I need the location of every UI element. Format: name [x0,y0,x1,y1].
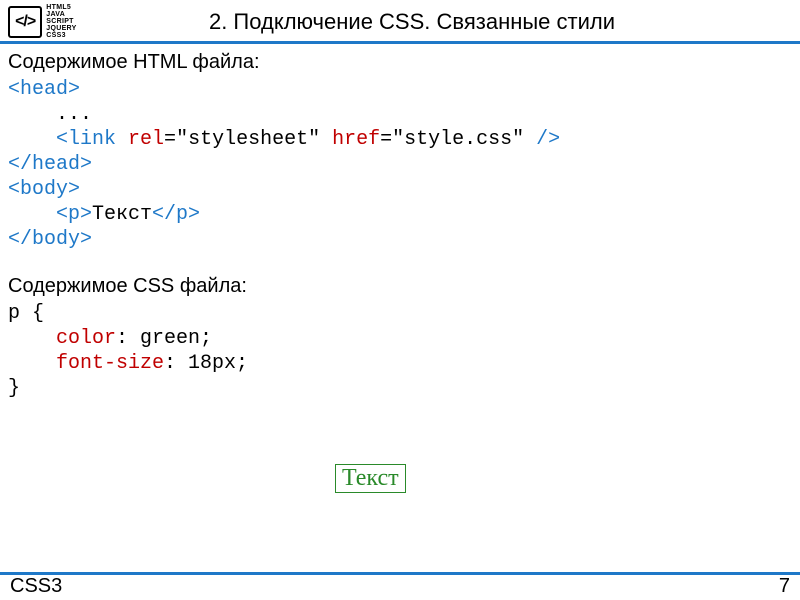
slide-title: 2. Подключение CSS. Связанные стили [92,9,792,35]
tag-body-open: <body> [8,178,80,201]
logo-line: CSS3 [46,32,92,39]
css-section-label: Содержимое CSS файла: [8,274,792,299]
css-close: } [8,377,20,400]
css-code-block: p { color: green; font-size: 18px; } [8,301,792,401]
sp [320,128,332,151]
indent [8,203,56,226]
logo-line: JQUERY [46,25,92,32]
tag-link-open: <link [56,128,128,151]
val-rel: "stylesheet" [176,128,320,151]
val-href: "style.css" [392,128,524,151]
tag-p-open: <p> [56,203,92,226]
css-selector-open: p { [8,302,44,325]
css-prop-color: color [56,327,116,350]
rendered-output-box: Текст [335,464,406,493]
css-prop-font-size: font-size [56,352,164,375]
tag-body-close: </body> [8,228,92,251]
footer-left: CSS3 [10,575,62,598]
logo-line: HTML5 [46,4,92,11]
tag-head-close: </head> [8,153,92,176]
css-fs-rest: : 18px; [164,352,248,375]
indent [8,327,56,350]
eq: = [380,128,392,151]
logo: </> HTML5 JAVA SCRIPT JQUERY CSS3 [8,4,92,39]
logo-line: JAVA SCRIPT [46,11,92,25]
indent [8,128,56,151]
slide-footer: CSS3 7 [0,572,800,600]
tag-link-close: /> [524,128,560,151]
slide-content: Содержимое HTML файла: <head> ... <link … [0,44,800,401]
tag-p-close: </p> [152,203,200,226]
eq: = [164,128,176,151]
indent [8,352,56,375]
logo-text: HTML5 JAVA SCRIPT JQUERY CSS3 [46,4,92,39]
slide-header: </> HTML5 JAVA SCRIPT JQUERY CSS3 2. Под… [0,0,800,41]
p-text: Текст [92,203,152,226]
html-section-label: Содержимое HTML файла: [8,50,792,75]
footer-page-number: 7 [779,575,790,598]
code-ellipsis: ... [8,103,92,126]
code-icon: </> [8,6,42,38]
html-code-block: <head> ... <link rel="stylesheet" href="… [8,77,792,252]
attr-rel: rel [128,128,164,151]
tag-head-open: <head> [8,78,80,101]
attr-href: href [332,128,380,151]
css-color-rest: : green; [116,327,212,350]
